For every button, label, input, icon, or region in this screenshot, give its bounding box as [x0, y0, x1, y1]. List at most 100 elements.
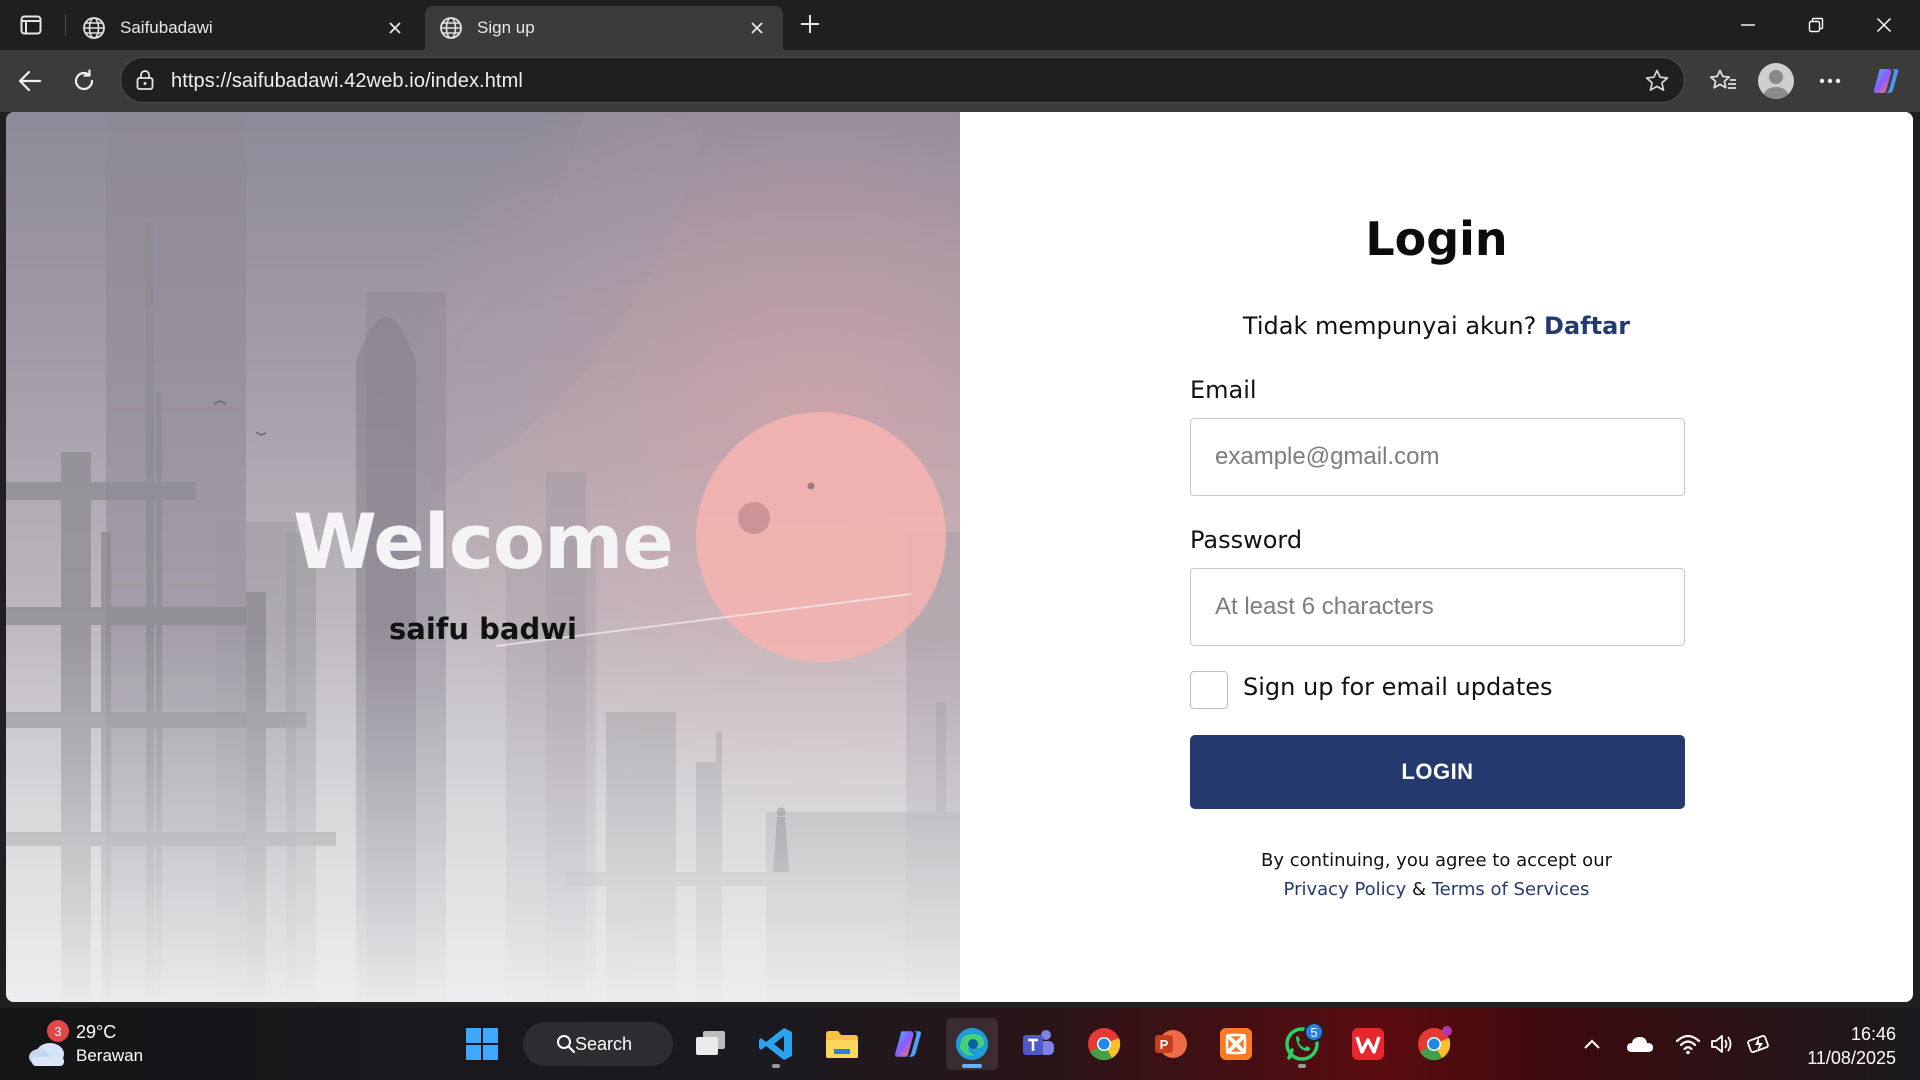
browser-tab-strip: Saifubadawi Sign up: [0, 0, 1920, 50]
more-dots-icon: [1819, 78, 1841, 84]
page-viewport: Welcome saifu badwi Login Tidak mempunya…: [6, 112, 1913, 1002]
restore-window-button[interactable]: [1782, 0, 1850, 50]
browser-toolbar: https://saifubadawi.42web.io/index.html: [0, 50, 1920, 112]
address-bar[interactable]: https://saifubadawi.42web.io/index.html: [120, 57, 1685, 103]
email-input[interactable]: [1190, 418, 1685, 496]
plus-icon: [801, 15, 819, 33]
arrow-left-icon: [18, 70, 42, 92]
login-heading: Login: [1365, 212, 1508, 266]
taskbar-app-whatsapp[interactable]: 5: [1276, 1018, 1328, 1070]
signup-link[interactable]: Daftar: [1544, 312, 1630, 340]
wifi-icon: [1675, 1034, 1701, 1055]
close-window-button[interactable]: [1850, 0, 1918, 50]
taskbar-app-wps-office[interactable]: [1342, 1018, 1394, 1070]
show-hidden-icons-button[interactable]: [1576, 1028, 1608, 1060]
teams-icon: [1023, 1030, 1054, 1055]
hero-panel: Welcome saifu badwi: [6, 112, 960, 1002]
wps-icon: [1352, 1028, 1384, 1060]
system-clock[interactable]: 16:46 11/08/2025: [1796, 1022, 1896, 1070]
lock-icon[interactable]: [135, 69, 155, 96]
email-updates-label[interactable]: Sign up for email updates: [1243, 673, 1553, 701]
edge-icon: [956, 1028, 988, 1060]
minimize-window-button[interactable]: [1714, 0, 1782, 50]
tab-title: Sign up: [477, 18, 535, 37]
profile-avatar[interactable]: [1758, 63, 1794, 99]
search-icon: [557, 1035, 576, 1054]
globe-icon: [439, 16, 463, 40]
chrome-icon: [1088, 1028, 1121, 1061]
back-button[interactable]: [10, 62, 50, 100]
welcome-subtitle: saifu badwi: [389, 612, 577, 646]
taskbar-app-xampp[interactable]: [1210, 1018, 1262, 1070]
tab-title: Saifubadawi: [120, 18, 213, 37]
chrome-icon: [1418, 1026, 1452, 1061]
browser-tab-sign-up[interactable]: Sign up: [425, 6, 783, 50]
copilot-icon: [1873, 69, 1899, 93]
clock-date: 11/08/2025: [1807, 1048, 1896, 1068]
profile-icon: [1763, 70, 1789, 99]
favorites-button[interactable]: [1703, 62, 1743, 100]
terms-links: Privacy Policy & Terms of Services: [960, 879, 1913, 900]
windows-taskbar: 3 29°C Berawan Search P 5 16:46 11/08/20…: [0, 1008, 1920, 1080]
weather-widget[interactable]: 3 29°C Berawan: [22, 1020, 162, 1068]
clock-time: 16:46: [1850, 1024, 1896, 1044]
speaker-icon: [1711, 1035, 1732, 1053]
copilot-button[interactable]: [1866, 62, 1906, 100]
taskbar-app-edge[interactable]: [946, 1018, 998, 1070]
svg-text:P: P: [1160, 1037, 1169, 1052]
battery-charging-icon: [1747, 1034, 1769, 1054]
volume-tray-button[interactable]: [1706, 1028, 1738, 1060]
close-tab-icon[interactable]: [383, 16, 407, 40]
settings-more-button[interactable]: [1810, 62, 1850, 100]
taskbar-app-vscode[interactable]: [750, 1018, 802, 1070]
login-form-panel: Login Tidak mempunyai akun? Daftar Email…: [960, 112, 1913, 1002]
xampp-icon: [1220, 1028, 1252, 1060]
onedrive-cloud-icon: [1627, 1037, 1653, 1052]
new-tab-button[interactable]: [790, 8, 830, 40]
welcome-heading: Welcome: [293, 497, 674, 586]
login-button[interactable]: LOGIN: [1190, 735, 1685, 809]
taskbar-app-file-explorer[interactable]: [816, 1018, 868, 1070]
refresh-button[interactable]: [64, 62, 104, 100]
weather-alert-badge: 3: [47, 1020, 69, 1042]
vscode-icon: [759, 1028, 792, 1060]
onedrive-tray-button[interactable]: [1624, 1028, 1656, 1060]
windows-logo-icon: [466, 1028, 498, 1060]
copilot-icon: [894, 1031, 922, 1057]
close-tab-icon[interactable]: [745, 16, 769, 40]
privacy-policy-link[interactable]: Privacy Policy: [1284, 879, 1407, 900]
chevron-up-icon: [1584, 1039, 1600, 1049]
terms-text: By continuing, you agree to accept our: [1260, 850, 1613, 871]
wifi-tray-button[interactable]: [1672, 1028, 1704, 1060]
favorite-star-icon[interactable]: [1644, 68, 1670, 99]
password-label: Password: [1190, 526, 1303, 554]
minimize-icon: [1741, 24, 1755, 26]
taskbar-app-chrome[interactable]: [1078, 1018, 1130, 1070]
browser-tab-saifubadawi[interactable]: Saifubadawi: [68, 6, 421, 50]
weather-condition: Berawan: [76, 1046, 144, 1065]
start-button[interactable]: [456, 1018, 508, 1070]
restore-icon: [1808, 17, 1824, 33]
weather-temperature: 29°C: [76, 1022, 117, 1042]
powerpoint-icon: P: [1155, 1030, 1187, 1058]
taskbar-app-powerpoint[interactable]: P: [1144, 1018, 1196, 1070]
email-updates-checkbox[interactable]: [1190, 671, 1228, 709]
task-view-icon: [696, 1031, 725, 1055]
tab-actions-icon: [20, 15, 42, 35]
folder-icon: [826, 1031, 858, 1058]
email-label: Email: [1190, 376, 1257, 404]
taskbar-app-teams[interactable]: [1012, 1018, 1064, 1070]
signup-prompt: Tidak mempunyai akun? Daftar: [960, 312, 1913, 340]
url-text[interactable]: https://saifubadawi.42web.io/index.html: [171, 70, 523, 93]
signup-prompt-text: Tidak mempunyai akun?: [1242, 312, 1537, 340]
taskbar-search[interactable]: Search: [523, 1022, 673, 1066]
password-input[interactable]: [1190, 568, 1685, 646]
terms-ampersand: &: [1411, 879, 1426, 900]
battery-tray-button[interactable]: [1744, 1028, 1776, 1060]
terms-of-service-link[interactable]: Terms of Services: [1432, 879, 1590, 900]
task-view-button[interactable]: [684, 1018, 736, 1070]
search-label: Search: [575, 1033, 633, 1054]
taskbar-app-chrome-profile[interactable]: [1408, 1018, 1460, 1070]
taskbar-app-copilot[interactable]: [882, 1018, 934, 1070]
tab-actions-menu-button[interactable]: [12, 10, 50, 40]
